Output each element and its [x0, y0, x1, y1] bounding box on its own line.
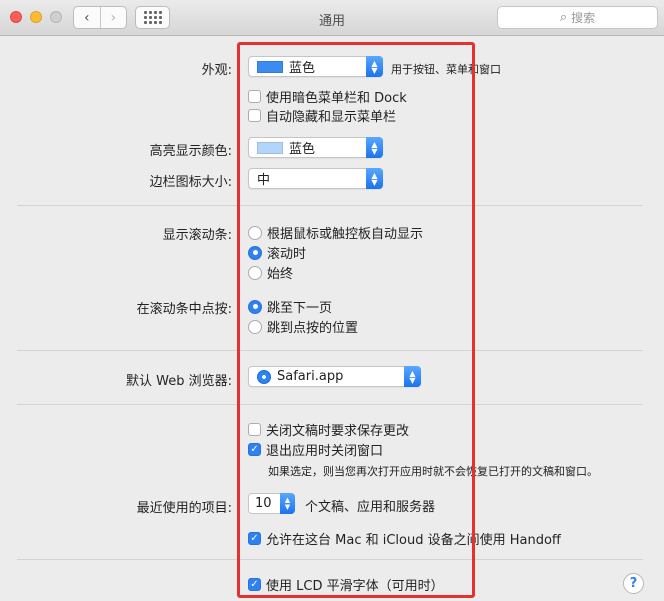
lcd-smoothing-label: 使用 LCD 平滑字体（可用时） [266, 579, 444, 594]
scroll-when-scrolling-label: 滚动时 [267, 247, 307, 262]
highlight-color-label: 高亮显示颜色: [149, 144, 232, 159]
checkbox-icon [248, 109, 261, 122]
jump-to-spot-radio[interactable]: 跳到点按的位置 [248, 317, 358, 336]
scroll-always-radio[interactable]: 始终 [248, 263, 293, 282]
ask-save-changes-checkbox[interactable]: 关闭文稿时要求保存更改 [248, 420, 409, 439]
popup-arrows-icon: ▲ ▼ [404, 366, 421, 387]
dark-menu-label: 使用暗色菜单栏和 Dock [266, 91, 407, 106]
appearance-value: 蓝色 [289, 61, 316, 76]
default-browser-value: Safari.app [277, 369, 344, 384]
scroll-when-scrolling-radio[interactable]: 滚动时 [248, 243, 306, 262]
radio-selected-icon [248, 299, 262, 314]
ask-save-changes-label: 关闭文稿时要求保存更改 [266, 424, 410, 439]
search-field[interactable]: ⌕ 搜索 [497, 6, 658, 29]
checkbox-icon [248, 423, 261, 436]
scroll-auto-label: 根据鼠标或触控板自动显示 [267, 227, 424, 242]
appearance-swatch [257, 60, 283, 73]
help-button[interactable]: ? [623, 573, 644, 594]
recent-items-label: 最近使用的项目: [136, 501, 232, 516]
default-browser-label: 默认 Web 浏览器: [126, 374, 232, 389]
sidebar-icon-size-popup[interactable]: 中 ▲ ▼ [248, 168, 383, 189]
general-preferences: 外观: 蓝色 ▲ ▼ 用于按钮、菜单和窗口 使用暗色菜单栏和 Dock 自动隐藏和… [0, 37, 664, 601]
separator [17, 559, 643, 560]
close-windows-label: 退出应用时关闭窗口 [266, 444, 384, 459]
close-windows-note: 如果选定，则当您再次打开应用时就不会恢复已打开的文稿和窗口。 [268, 465, 598, 478]
recent-items-value: 10 [255, 496, 272, 511]
radio-icon [248, 265, 262, 280]
search-icon: ⌕ [559, 10, 568, 25]
separator [17, 404, 643, 405]
handoff-checkbox[interactable]: ✓ 允许在这台 Mac 和 iCloud 设备之间使用 Handoff [248, 529, 561, 548]
dark-menu-checkbox[interactable]: 使用暗色菜单栏和 Dock [248, 87, 407, 106]
popup-arrows-icon: ▲ ▼ [366, 137, 383, 158]
lcd-smoothing-checkbox[interactable]: ✓ 使用 LCD 平滑字体（可用时） [248, 575, 444, 594]
recent-items-popup[interactable]: 10 ▲ ▼ [248, 493, 295, 514]
jump-next-page-label: 跳至下一页 [267, 301, 333, 316]
recent-items-suffix: 个文稿、应用和服务器 [305, 500, 436, 515]
radio-selected-icon [248, 245, 262, 260]
checkmark-icon: ✓ [248, 532, 261, 545]
safari-icon [257, 369, 271, 384]
appearance-note: 用于按钮、菜单和窗口 [391, 63, 501, 76]
click-scroll-bar-label: 在滚动条中点按: [136, 302, 232, 317]
scroll-always-label: 始终 [267, 267, 294, 282]
auto-hide-menu-checkbox[interactable]: 自动隐藏和显示菜单栏 [248, 106, 396, 125]
search-placeholder: 搜索 [571, 11, 596, 25]
jump-next-page-radio[interactable]: 跳至下一页 [248, 297, 332, 316]
popup-arrows-icon: ▲ ▼ [280, 493, 295, 514]
radio-icon [248, 225, 262, 240]
appearance-popup[interactable]: 蓝色 ▲ ▼ [248, 56, 383, 77]
auto-hide-label: 自动隐藏和显示菜单栏 [266, 110, 397, 125]
checkmark-icon: ✓ [248, 578, 261, 591]
jump-to-spot-label: 跳到点按的位置 [267, 321, 359, 336]
sidebar-icon-size-value: 中 [257, 173, 271, 188]
separator [17, 205, 643, 206]
separator [17, 350, 643, 351]
highlight-swatch [257, 141, 283, 154]
highlight-color-value: 蓝色 [289, 142, 316, 157]
popup-arrows-icon: ▲ ▼ [366, 56, 383, 77]
highlight-color-popup[interactable]: 蓝色 ▲ ▼ [248, 137, 383, 158]
checkmark-icon: ✓ [248, 443, 261, 456]
sidebar-icon-size-label: 边栏图标大小: [149, 175, 232, 190]
default-browser-popup[interactable]: Safari.app ▲ ▼ [248, 366, 421, 387]
appearance-label: 外观: [201, 63, 232, 78]
scroll-auto-radio[interactable]: 根据鼠标或触控板自动显示 [248, 223, 423, 242]
close-windows-checkbox[interactable]: ✓ 退出应用时关闭窗口 [248, 440, 383, 459]
title-bar: ‹ › 通用 ⌕ 搜索 [0, 0, 664, 36]
question-icon: ? [629, 576, 638, 591]
popup-arrows-icon: ▲ ▼ [366, 168, 383, 189]
checkbox-icon [248, 90, 261, 103]
show-scroll-bars-label: 显示滚动条: [162, 228, 232, 243]
radio-icon [248, 319, 262, 334]
handoff-label: 允许在这台 Mac 和 iCloud 设备之间使用 Handoff [266, 533, 561, 548]
